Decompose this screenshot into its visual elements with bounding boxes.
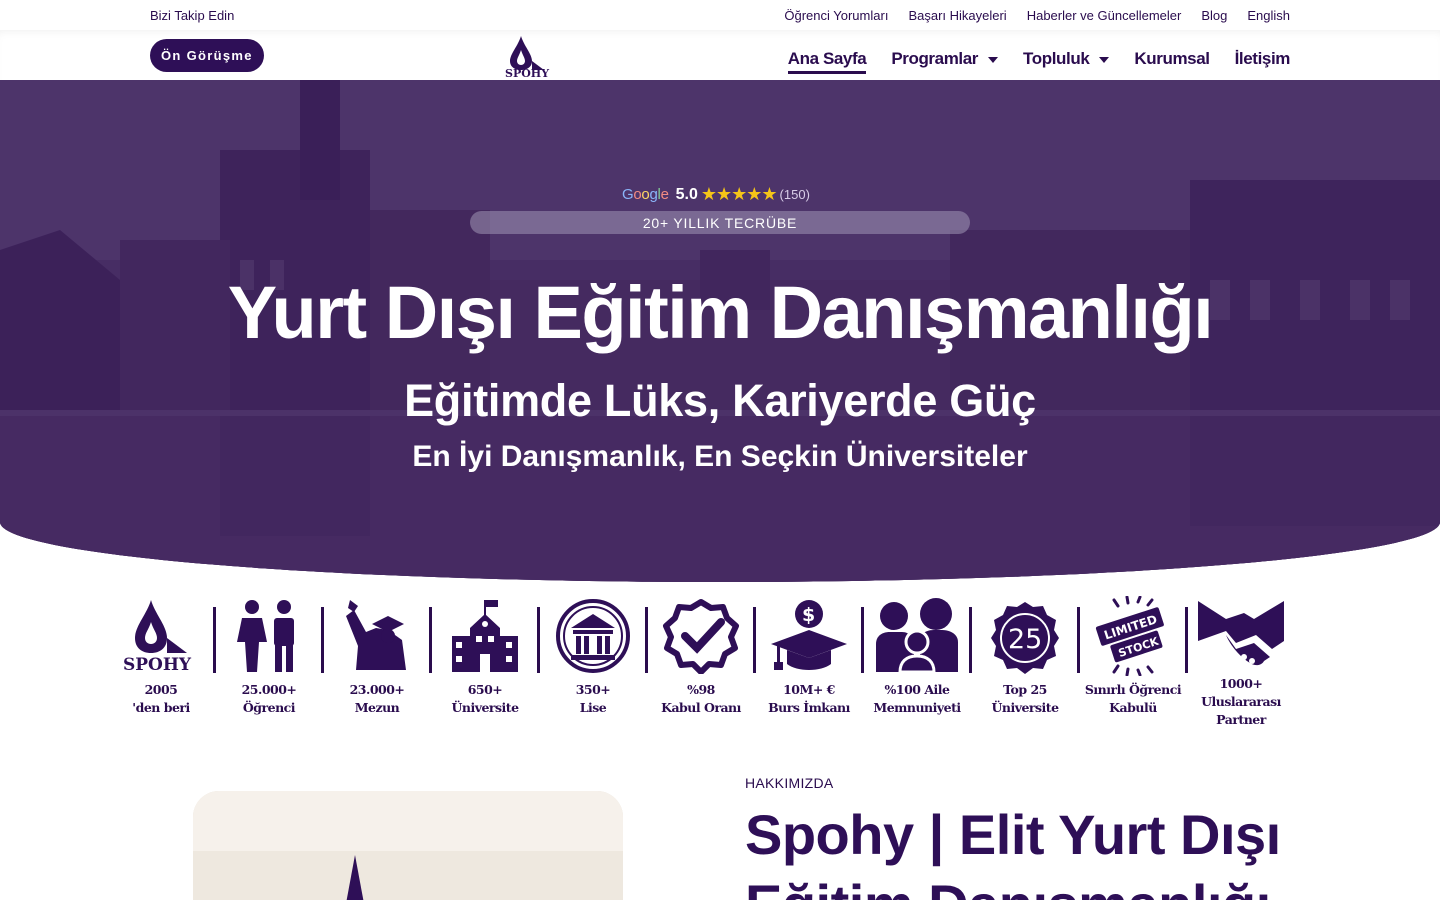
- google-wordmark: Google: [622, 186, 669, 203]
- stat-universities-label: Üniversite: [451, 700, 519, 715]
- school-columns-icon: [548, 595, 638, 677]
- nav-corporate[interactable]: Kurumsal: [1134, 44, 1210, 74]
- handshake-icon: [1196, 595, 1286, 671]
- review-count: (150): [779, 187, 810, 202]
- family-icon: [872, 595, 962, 677]
- about-kicker: HAKKIMIZDA: [745, 775, 834, 791]
- stat-since: SPOHY 2005 'den beri: [107, 595, 216, 725]
- limited-stock-icon: LIMITED STOCK: [1088, 595, 1178, 677]
- spohy-logo-icon: SPOHY: [116, 595, 206, 677]
- chevron-down-icon: [988, 57, 999, 63]
- nav-community-label: Topluluk: [1023, 49, 1090, 68]
- stat-acceptance-label: Kabul Oranı: [661, 700, 741, 715]
- nav-contact-label: İletişim: [1234, 49, 1291, 68]
- stat-limited: LIMITED STOCK Sınırlı Öğrenci Kabulü: [1079, 595, 1188, 725]
- logo-statue-image: [193, 791, 623, 900]
- hero-title: Yurt Dışı Eğitim Danışmanlığı: [227, 271, 1214, 354]
- stat-acceptance: %98 Kabul Oranı: [647, 595, 756, 725]
- stat-scholarship-value: 10M+ €: [783, 682, 835, 697]
- about-image: [193, 791, 623, 900]
- star-rating-icon: ★★★★★: [700, 184, 778, 204]
- about-title: Spohy | Elit Yurt Dışı Eğitim Danışmanlı…: [745, 803, 1281, 900]
- stat-scholarship-label: Burs İmkanı: [768, 700, 850, 715]
- top-link-blog[interactable]: Blog: [1201, 8, 1227, 23]
- top-link-news[interactable]: Haberler ve Güncellemeler: [1027, 8, 1182, 23]
- nav-contact[interactable]: İletişim: [1234, 44, 1291, 74]
- stat-universities: 650+ Üniversite: [431, 595, 540, 725]
- stat-top25-value: Top 25: [1003, 682, 1047, 697]
- spohy-logo[interactable]: SPOHY: [504, 34, 550, 80]
- google-rating[interactable]: Google 5.0 ★★★★★ (150): [622, 184, 810, 205]
- stat-partners: 1000+ Uluslararası Partner: [1187, 595, 1295, 727]
- experience-badge: 20+ YILLIK TECRÜBE: [470, 211, 970, 234]
- main-header: Ön Görüşme SPOHY Ana Sayfa Programlar To…: [0, 30, 1440, 80]
- nav-programs-label: Programlar: [891, 49, 979, 68]
- nav-programs[interactable]: Programlar: [891, 44, 999, 74]
- svg-text:SPOHY: SPOHY: [505, 67, 549, 78]
- stat-universities-value: 650+: [467, 682, 503, 697]
- svg-text:SPOHY: SPOHY: [123, 655, 192, 674]
- hero-section: Google 5.0 ★★★★★ (150) 20+ YILLIK TECRÜB…: [0, 80, 1440, 582]
- stat-limited-label: Kabulü: [1109, 700, 1157, 715]
- stat-family-label: Memnuniyeti: [873, 700, 961, 715]
- stat-partners-label: Partner: [1216, 712, 1266, 727]
- scholarship-icon: $: [764, 595, 854, 677]
- stat-since-value: 2005: [144, 682, 178, 697]
- nav-home[interactable]: Ana Sayfa: [787, 44, 867, 74]
- university-building-icon: [440, 595, 530, 677]
- stat-partners-value: 1000+ Uluslararası: [1201, 676, 1281, 709]
- stat-acceptance-value: %98: [687, 682, 715, 697]
- stat-high-schools-label: Lise: [579, 700, 607, 715]
- stat-high-schools: 350+ Lise: [539, 595, 648, 725]
- nav-community[interactable]: Topluluk: [1023, 44, 1110, 74]
- stat-limited-value: Sınırlı Öğrenci: [1084, 682, 1182, 697]
- follow-us-link[interactable]: Bizi Takip Edin: [150, 8, 234, 23]
- stat-graduates: 23.000+ Mezun: [323, 595, 432, 725]
- top25-seal-icon: 25: [980, 595, 1070, 677]
- svg-text:25: 25: [1008, 624, 1042, 655]
- nav-corporate-label: Kurumsal: [1134, 49, 1210, 68]
- stat-family: %100 Aile Memnuniyeti: [863, 595, 972, 725]
- stat-high-schools-value: 350+: [575, 682, 611, 697]
- hero-tagline: En İyi Danışmanlık, En Seçkin Üniversite…: [412, 440, 1028, 473]
- hero-subtitle: Eğitimde Lüks, Kariyerde Güç: [404, 375, 1036, 426]
- logo-drop-icon: SPOHY: [505, 36, 549, 80]
- top-link-student-reviews[interactable]: Öğrenci Yorumları: [784, 8, 888, 23]
- nav-home-label: Ana Sayfa: [787, 49, 867, 68]
- top-bar: Bizi Takip Edin Öğrenci Yorumları Başarı…: [0, 0, 1440, 30]
- top-link-english[interactable]: English: [1247, 8, 1290, 23]
- svg-text:$: $: [802, 604, 815, 626]
- top-link-success-stories[interactable]: Başarı Hikayeleri: [908, 8, 1006, 23]
- top-links: Öğrenci Yorumları Başarı Hikayeleri Habe…: [784, 8, 1290, 23]
- stat-family-value: %100 Aile: [884, 682, 950, 697]
- stat-scholarship: $ 10M+ € Burs İmkanı: [755, 595, 864, 725]
- stat-top25-label: Üniversite: [991, 700, 1059, 715]
- students-icon: [224, 595, 314, 677]
- stat-students-label: Öğrenci: [242, 700, 296, 715]
- main-nav: Ana Sayfa Programlar Topluluk Kurumsal İ…: [787, 44, 1291, 74]
- stats-strip: SPOHY 2005 'den beri 25.000+ Öğrenci 23.00…: [107, 595, 1323, 727]
- rating-score: 5.0: [675, 185, 698, 203]
- stat-graduates-value: 23.000+: [349, 682, 405, 697]
- stat-since-label: 'den beri: [132, 700, 190, 715]
- stat-students: 25.000+ Öğrenci: [215, 595, 324, 725]
- chevron-down-icon: [1099, 57, 1110, 63]
- pre-consultation-button[interactable]: Ön Görüşme: [150, 39, 264, 72]
- stat-top25: 25 Top 25 Üniversite: [971, 595, 1080, 725]
- check-badge-icon: [656, 595, 746, 677]
- graduate-icon: [332, 595, 422, 677]
- stat-graduates-label: Mezun: [354, 700, 400, 715]
- stat-students-value: 25.000+: [241, 682, 297, 697]
